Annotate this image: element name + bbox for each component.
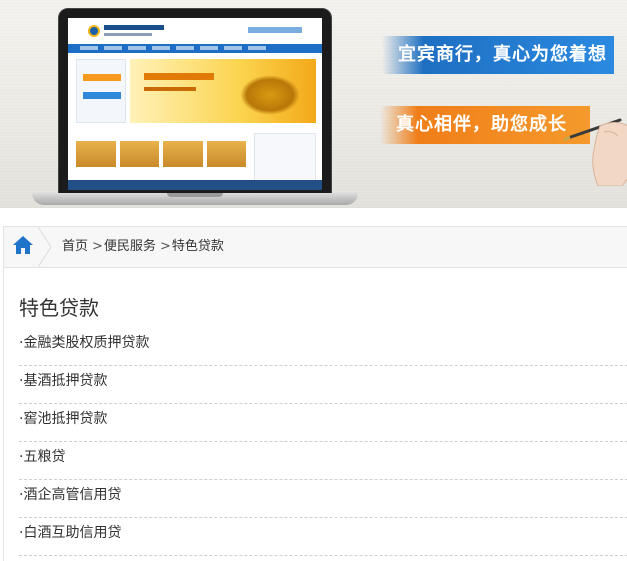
list-item: ·金融类股权质押贷款 [19,328,627,366]
list-item: ·酒企高管信用贷 [19,480,627,518]
list-item: ·五粮贷 [19,442,627,480]
laptop-illustration [32,8,358,208]
ship-icon [240,75,300,115]
loan-link[interactable]: ·窖池抵押贷款 [19,411,107,427]
loan-link[interactable]: ·五粮贷 [19,449,65,465]
slogan-secondary: 真心相伴，助您成长 [380,106,590,144]
page-title: 特色贷款 [19,296,99,320]
breadcrumb-item-current[interactable]: 特色贷款 [172,239,224,254]
screen-body [68,53,322,190]
list-item: ·基酒抵押贷款 [19,366,627,404]
hand-with-pen-icon [563,118,627,186]
loan-link[interactable]: ·酒企高管信用贷 [19,487,121,503]
breadcrumb: 首页 >便民服务 >特色贷款 [3,226,627,268]
top-banner: 宜宾商行，真心为您着想 真心相伴，助您成长 [0,0,627,208]
breadcrumb-item-home[interactable]: 首页 [62,239,88,254]
screen-hero [130,59,316,123]
breadcrumb-separator: > [159,239,171,254]
breadcrumb-arrow-icon [38,227,52,267]
laptop-screen [68,18,322,190]
main-content: 特色贷款 ·金融类股权质押贷款 ·基酒抵押贷款 ·窖池抵押贷款 ·五粮贷 ·酒企… [3,268,627,561]
breadcrumb-item-services[interactable]: 便民服务 [104,239,156,254]
screen-header [68,18,322,44]
breadcrumb-trail: 首页 >便民服务 >特色贷款 [62,227,224,267]
home-icon [13,236,33,254]
loan-list: ·金融类股权质押贷款 ·基酒抵押贷款 ·窖池抵押贷款 ·五粮贷 ·酒企高管信用贷… [19,328,627,556]
loan-link[interactable]: ·金融类股权质押贷款 [19,335,149,351]
loan-link[interactable]: ·白酒互助信用贷 [19,525,121,541]
laptop-base [32,193,358,205]
list-item: ·窖池抵押贷款 [19,404,627,442]
screen-nav [68,44,322,53]
slogan-primary: 宜宾商行，真心为您着想 [382,36,614,74]
bank-logo-icon [88,25,100,37]
breadcrumb-separator: > [92,239,103,254]
list-item: ·白酒互助信用贷 [19,518,627,556]
loan-link[interactable]: ·基酒抵押贷款 [19,373,107,389]
